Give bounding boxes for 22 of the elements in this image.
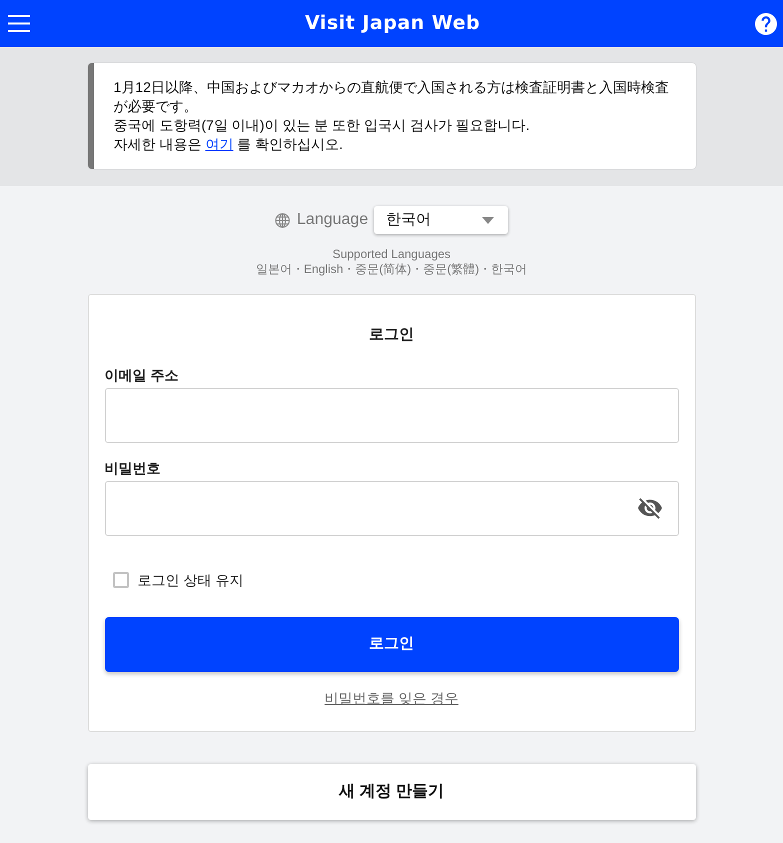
password-field[interactable] (104, 481, 678, 536)
caret-icon (482, 216, 494, 224)
remember-label[interactable]: 로그인 상태 유지 (138, 570, 244, 590)
notice-text: 1月12日以降、中国およびマカオからの直航便で入国される方は検査証明書と入国時検査が必要です。 중국에 도항력(7일 이내)이 있는 분 또한 입국시 검사가 필요합니다. 자세한 내용은 여기 를 확인하십시오. (114, 78, 670, 154)
menu-icon[interactable] (8, 15, 30, 32)
language-select[interactable]: 한국어 (374, 206, 508, 234)
forgot-password-link[interactable]: 비밀번호를 잊은 경우 (324, 688, 458, 708)
login-title: 로그인 (368, 325, 415, 345)
login-button[interactable]: 로그인 (104, 617, 678, 672)
supported-languages-list: 일본어・English・중문(简体)・중문(繁體)・한국어 (256, 262, 528, 277)
eye-slash-icon[interactable] (638, 498, 662, 519)
remember-checkbox[interactable] (112, 572, 128, 588)
email-label: 이메일 주소 (104, 366, 180, 384)
email-field[interactable] (104, 388, 678, 443)
globe-icon (274, 212, 290, 228)
language-label: Language (296, 210, 368, 230)
supported-languages-title: Supported Languages (332, 247, 451, 262)
here-link[interactable]: 여기 (205, 136, 234, 152)
help-icon[interactable] (755, 12, 777, 34)
create-account-button[interactable]: 새 계정 만들기 (88, 764, 696, 820)
app-title: Visit Japan Web (304, 11, 480, 36)
password-label: 비밀번호 (104, 459, 162, 477)
